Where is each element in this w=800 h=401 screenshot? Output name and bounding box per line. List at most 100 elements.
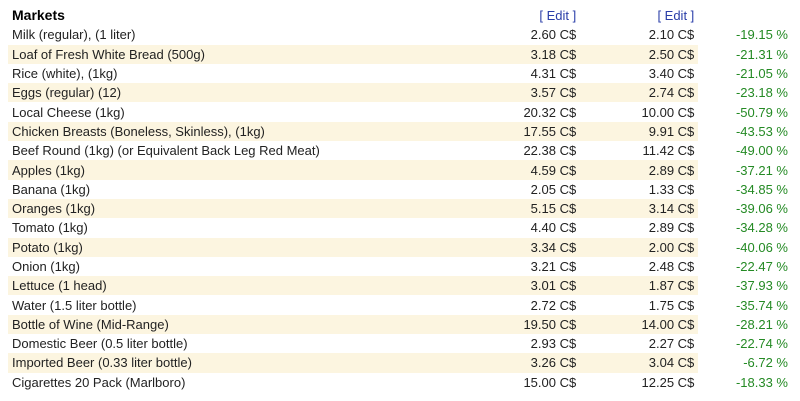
price-city-1: 2.93 C$ — [530, 336, 577, 352]
price-difference: -22.47 % — [735, 259, 788, 274]
table-row: Lettuce (1 head) 3.01 C$ 1.87 C$ -37.93 % — [8, 276, 792, 296]
price-difference: -34.85 % — [735, 181, 788, 197]
edit-link-city-2[interactable]: [ Edit ] — [657, 8, 694, 23]
price-city-1: 17.55 C$ — [468, 121, 581, 142]
price-city-1: 3.01 C$ — [468, 276, 581, 296]
price-city-1: 22.38 C$ — [523, 143, 577, 159]
price-city-2: 2.48 C$ — [648, 259, 695, 274]
price-city-2: 2.27 C$ — [648, 336, 695, 352]
price-difference: -22.74 % — [735, 336, 788, 352]
change-header — [698, 6, 792, 25]
item-name: Oranges (1kg) — [8, 198, 469, 219]
price-city-2: 12.25 C$ — [641, 374, 695, 390]
table-row: Imported Beer (0.33 liter bottle) 3.26 C$… — [8, 353, 792, 373]
item-name: Domestic Beer (0.5 liter bottle) — [12, 336, 188, 352]
price-city-2: 3.14 C$ — [580, 198, 699, 219]
item-name: Eggs (regular) (12) — [8, 83, 469, 103]
price-difference: -19.15 % — [735, 27, 788, 43]
table-row: Potato (1kg) 3.34 C$ 2.00 C$ -40.06 % — [8, 237, 792, 257]
table-row: Tomato (1kg) 4.40 C$ 2.89 C$ -34.28 % — [8, 218, 792, 237]
table-row: Oranges (1kg) 5.15 C$ 3.14 C$ -39.06 % — [8, 198, 792, 219]
item-name: Lettuce (1 head) — [8, 276, 469, 296]
price-city-2: 2.50 C$ — [580, 44, 699, 64]
edit-link-city-1[interactable]: [ Edit ] — [539, 8, 576, 23]
markets-price-table: Markets [ Edit ] [ Edit ] Milk (regular)… — [8, 6, 792, 392]
item-name: Onion (1kg) — [12, 259, 80, 274]
table-row: Domestic Beer (0.5 liter bottle) 2.93 C$ 2… — [8, 334, 792, 353]
price-difference: -39.06 % — [698, 198, 792, 219]
table-row: Rice (white), (1kg) 4.31 C$ 3.40 C$ -21.05 … — [8, 64, 792, 83]
item-name: Chicken Breasts (Boneless, Skinless), (1… — [8, 121, 469, 142]
price-city-2: 1.75 C$ — [648, 297, 695, 313]
price-difference: -37.93 % — [698, 276, 792, 296]
table-row: Bottle of Wine (Mid-Range) 19.50 C$ 14.00 … — [8, 314, 792, 335]
price-city-2: 2.89 C$ — [648, 220, 695, 236]
item-name: Water (1.5 liter bottle) — [12, 297, 137, 313]
price-difference: -21.05 % — [735, 66, 788, 82]
price-city-1: 15.00 C$ — [523, 374, 577, 390]
price-difference: -21.31 % — [698, 44, 792, 64]
table-row: Local Cheese (1kg) 20.32 C$ 10.00 C$ -50.79… — [8, 102, 792, 121]
price-city-2: 2.74 C$ — [580, 83, 699, 103]
price-city-2: 2.10 C$ — [648, 27, 695, 43]
table-row: Loaf of Fresh White Bread (500g) 3.18 C$ 2… — [8, 44, 792, 64]
item-name: Apples (1kg) — [8, 160, 469, 180]
item-name: Imported Beer (0.33 liter bottle) — [8, 353, 469, 373]
table-row: Eggs (regular) (12) 3.57 C$ 2.74 C$ -23.18 … — [8, 83, 792, 103]
edit-cell-2: [ Edit ] — [580, 6, 698, 25]
price-difference: -43.53 % — [698, 121, 792, 142]
price-city-2: 14.00 C$ — [580, 314, 699, 335]
price-city-1: 5.15 C$ — [468, 198, 581, 219]
item-name: Tomato (1kg) — [12, 220, 88, 236]
table-row: Water (1.5 liter bottle) 2.72 C$ 1.75 C$ -3… — [8, 295, 792, 314]
price-city-1: 3.57 C$ — [468, 83, 581, 103]
price-city-2: 3.04 C$ — [580, 353, 699, 373]
price-city-2: 11.42 C$ — [642, 143, 695, 159]
item-name: Potato (1kg) — [8, 237, 469, 257]
table-row: Apples (1kg) 4.59 C$ 2.89 C$ -37.21 % — [8, 160, 792, 180]
price-difference: -23.18 % — [698, 83, 792, 103]
price-city-2: 2.89 C$ — [580, 160, 699, 180]
price-difference: -6.72 % — [698, 353, 792, 373]
price-city-2: 1.87 C$ — [580, 276, 699, 296]
price-difference: -37.21 % — [698, 160, 792, 180]
table-header-row: Markets [ Edit ] [ Edit ] — [8, 6, 792, 25]
price-difference: -40.06 % — [698, 237, 792, 257]
price-difference: -50.79 % — [735, 104, 788, 120]
table-row: Chicken Breasts (Boneless, Skinless), (1… — [8, 121, 792, 142]
item-name: Local Cheese (1kg) — [12, 104, 125, 120]
price-difference: -35.74 % — [735, 297, 788, 313]
table-row: Cigarettes 20 Pack (Marlboro) 15.00 C$ 12.… — [8, 373, 792, 392]
table-row: Beef Round (1kg) (or Equivalent Back Leg… — [8, 141, 792, 160]
price-city-1: 4.31 C$ — [530, 66, 577, 82]
item-name: Loaf of Fresh White Bread (500g) — [8, 44, 469, 64]
price-city-1: 2.60 C$ — [530, 27, 577, 43]
price-city-1: 3.18 C$ — [468, 44, 581, 64]
price-city-2: 3.40 C$ — [648, 66, 695, 82]
table-row: Onion (1kg) 3.21 C$ 2.48 C$ -22.47 % — [8, 257, 792, 276]
edit-cell-1: [ Edit ] — [468, 6, 580, 25]
price-city-2: 1.33 C$ — [648, 181, 695, 197]
section-title: Markets — [12, 7, 65, 24]
price-city-1: 3.26 C$ — [468, 353, 581, 373]
price-city-2: 10.00 C$ — [641, 104, 695, 120]
item-name: Milk (regular), (1 liter) — [12, 27, 136, 43]
item-name: Bottle of Wine (Mid-Range) — [8, 314, 469, 335]
item-name: Rice (white), (1kg) — [12, 66, 118, 82]
price-city-1: 20.32 C$ — [523, 104, 577, 120]
price-city-1: 4.40 C$ — [530, 220, 577, 236]
price-city-2: 2.00 C$ — [580, 237, 699, 257]
item-name: Beef Round (1kg) (or Equivalent Back Leg… — [12, 143, 320, 159]
price-city-1: 3.34 C$ — [468, 237, 581, 257]
price-city-1: 2.05 C$ — [530, 181, 577, 197]
price-difference: -28.21 % — [698, 314, 792, 335]
price-difference: -34.28 % — [735, 220, 788, 236]
item-name: Banana (1kg) — [12, 181, 91, 197]
table-row: Banana (1kg) 2.05 C$ 1.33 C$ -34.85 % — [8, 180, 792, 199]
markets-panel: Markets [ Edit ] [ Edit ] Milk (regular)… — [0, 0, 800, 401]
price-city-1: 3.21 C$ — [530, 259, 577, 274]
price-city-1: 4.59 C$ — [468, 160, 581, 180]
item-name: Cigarettes 20 Pack (Marlboro) — [12, 374, 186, 390]
price-city-1: 2.72 C$ — [530, 297, 577, 313]
markets-rows: Milk (regular), (1 liter) 2.60 C$ 2.10 C$ -… — [8, 25, 792, 392]
